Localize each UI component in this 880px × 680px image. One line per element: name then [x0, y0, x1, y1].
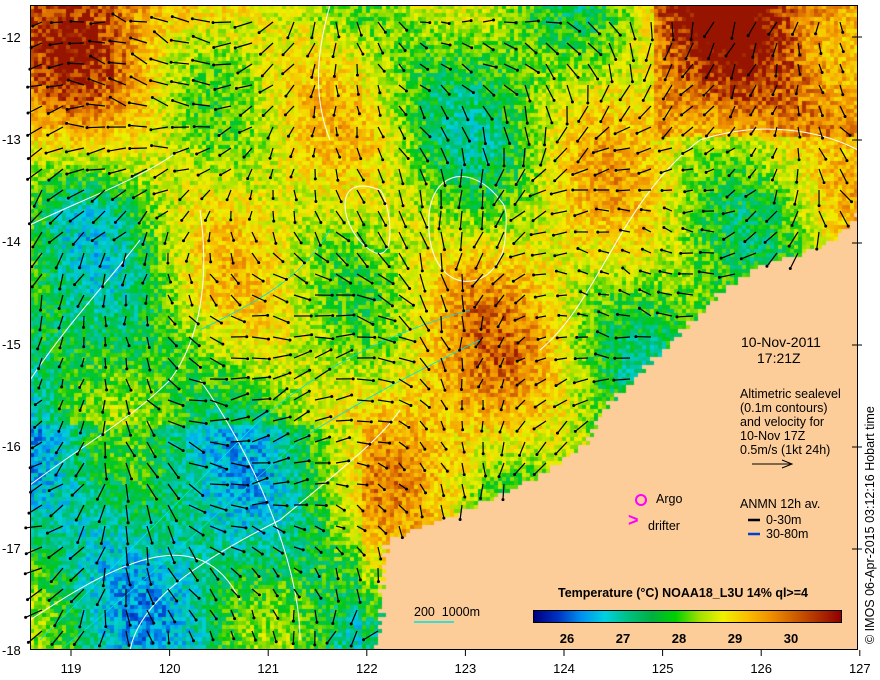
colorbar-title: Temperature (°C) NOAA18_L3U 14% ql>=4 — [558, 586, 808, 600]
lat-tick-label: -15 — [2, 336, 21, 352]
drifter-icon: > — [628, 510, 639, 530]
velocity-arrow-head — [23, 572, 27, 576]
lat-tick-label: -18 — [2, 643, 21, 659]
colorbar-tick-label: 28 — [671, 631, 687, 646]
lon-tick-label: 120 — [158, 661, 181, 676]
velocity-arrow-head — [26, 177, 30, 181]
lon-tick-label: 126 — [750, 661, 773, 676]
velocity-arrow-head — [26, 85, 30, 89]
lon-tick-label: 125 — [651, 661, 674, 676]
credit-text: © IMOS 06-Apr-2015 03:12:16 Hobart time — [863, 406, 878, 644]
lat-tick-label: -12 — [2, 30, 21, 45]
lon-tick-label: 122 — [355, 661, 378, 676]
lon-tick-label: 123 — [454, 661, 477, 676]
lon-tick-label: 127 — [848, 661, 871, 676]
anmn-deep-label: 30-80m — [766, 527, 809, 541]
lat-tick-label: -14 — [2, 234, 21, 250]
argo-label: Argo — [656, 492, 683, 506]
velocity-arrow-head — [24, 526, 28, 530]
colorbar — [533, 610, 842, 623]
colorbar-tick-label: 29 — [727, 631, 743, 646]
time-label: 17:21Z — [757, 350, 801, 366]
lat-tick-label: -16 — [2, 438, 21, 454]
altimetry-line-5: 0.5m/s (1kt 24h) — [740, 443, 831, 457]
isobath-label: 200 1000m — [414, 605, 481, 619]
colorbar-tick-label: 26 — [559, 631, 575, 646]
anmn-title: ANMN 12h av. — [740, 497, 821, 511]
colorbar-tick-label: 27 — [615, 631, 631, 646]
velocity-arrow-head — [24, 615, 28, 619]
date-label: 10-Nov-2011 — [741, 334, 821, 350]
lon-tick-label: 124 — [553, 661, 575, 676]
velocity-arrow-head — [26, 598, 30, 602]
colorbar-tick-label: 30 — [783, 631, 799, 646]
lat-tick-label: -13 — [2, 132, 21, 148]
lon-tick-label: 119 — [60, 661, 82, 676]
map-frame — [30, 5, 858, 650]
drifter-label: drifter — [648, 519, 680, 533]
lat-tick-label: -17 — [2, 541, 21, 556]
lon-tick-label: 121 — [257, 661, 280, 676]
